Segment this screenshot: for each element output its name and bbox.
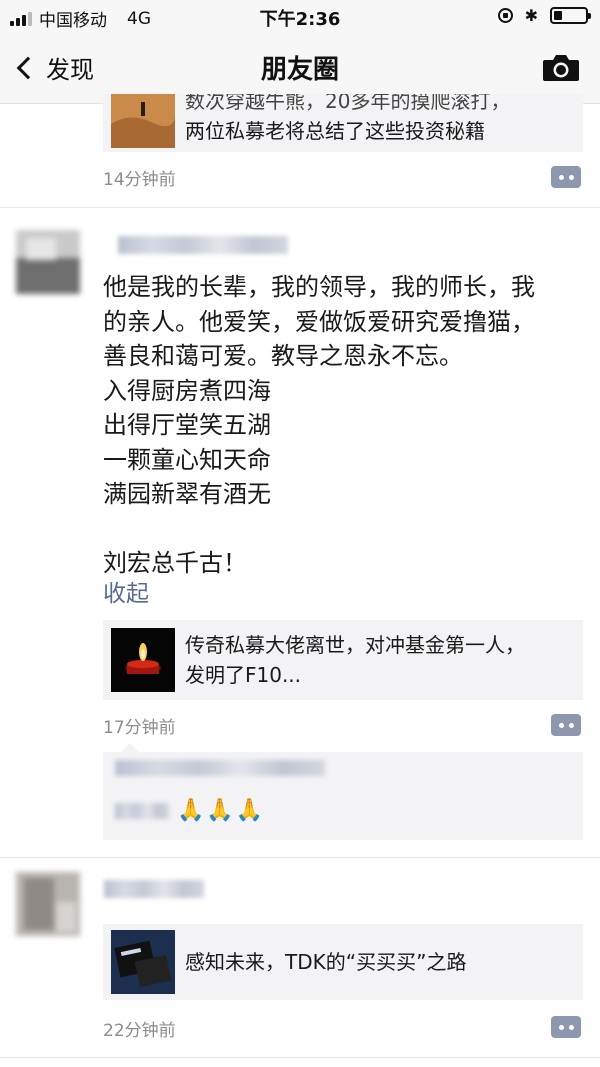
post-body-line [103,512,583,547]
status-right: ✱ [497,5,591,25]
candle-thumbnail [111,628,175,692]
moment-post: 感知未来，TDK的“买买买”之路 22分钟前 [0,858,600,1058]
post-body-line: 满园新翠有酒无 [103,480,271,508]
username-blurred[interactable] [118,236,288,254]
camera-icon[interactable] [542,54,580,82]
page-title: 朋友圈 [260,55,339,85]
bluetooth-icon: ✱ [524,5,538,25]
link-card[interactable]: 感知未来，TDK的“买买买”之路 [103,924,583,1000]
comment-blurred [115,760,325,776]
link-title-line-2: 发明了F10... [185,663,302,687]
status-bar: 中国移动 4G 下午2:36 ✱ [0,0,600,34]
battery-fill [554,11,563,20]
rotation-lock-icon [497,8,513,23]
post-body-line: 刘宏总千古！ [103,549,247,577]
post-time: 22分钟前 [103,1021,176,1041]
comment-dots-icon[interactable] [551,166,581,188]
moment-post: 数次穿越牛熊，20多年的摸爬滚打， 两位私募老将总结了这些投资秘籍 14分钟前 [0,94,600,208]
avatar[interactable] [16,872,80,936]
post-time: 14分钟前 [103,170,176,190]
post-body-line: 善良和蔼可爱。教导之恩永不忘。 [103,342,463,370]
commenter-blurred [115,802,169,819]
post-body: 他是我的长辈，我的领导，我的师长，我 的亲人。他爱笑，爱做饭爱研究爱撸猫， 善良… [103,270,583,581]
link-title: 感知未来，TDK的“买买买”之路 [185,950,467,974]
post-body-line: 他是我的长辈，我的领导，我的师长，我 [103,273,535,301]
comments-box: 🙏🙏🙏 [103,743,583,840]
comment-row[interactable] [115,760,325,776]
post-body-line: 出得厅堂笑五湖 [103,411,271,439]
battery-icon [550,7,591,24]
post-body-line: 的亲人。他爱笑，爱做饭爱研究爱撸猫， [103,307,535,336]
comment-dots-icon[interactable] [551,1016,581,1038]
link-title: 传奇私募大佬离世，对冲基金第一人， 发明了F10... [185,630,525,690]
comment-dots-icon[interactable] [551,714,581,736]
link-title-line-2: 两位私募老将总结了这些投资秘籍 [185,119,485,143]
link-card[interactable]: 数次穿越牛熊，20多年的摸爬滚打， 两位私募老将总结了这些投资秘籍 [103,94,583,152]
link-title-line-1: 传奇私募大佬离世，对冲基金第一人， [185,633,525,657]
link-title-line-1: 数次穿越牛熊，20多年的摸爬滚打， [185,94,511,113]
comment-row[interactable]: 🙏🙏🙏 [115,798,265,823]
collapse-link[interactable]: 收起 [103,574,149,608]
username-blurred[interactable] [104,880,204,898]
post-body-line: 一颗童心知天命 [103,445,271,474]
link-title: 数次穿越牛熊，20多年的摸爬滚打， 两位私募老将总结了这些投资秘籍 [185,94,510,146]
post-body-line: 入得厨房煮四海 [103,376,271,405]
pray-emoji: 🙏🙏🙏 [177,798,266,823]
avatar[interactable] [16,230,80,294]
chip-thumbnail [111,930,175,994]
link-card[interactable]: 传奇私募大佬离世，对冲基金第一人， 发明了F10... [103,620,583,700]
desert-thumbnail [111,94,175,148]
post-time: 17分钟前 [103,718,176,738]
